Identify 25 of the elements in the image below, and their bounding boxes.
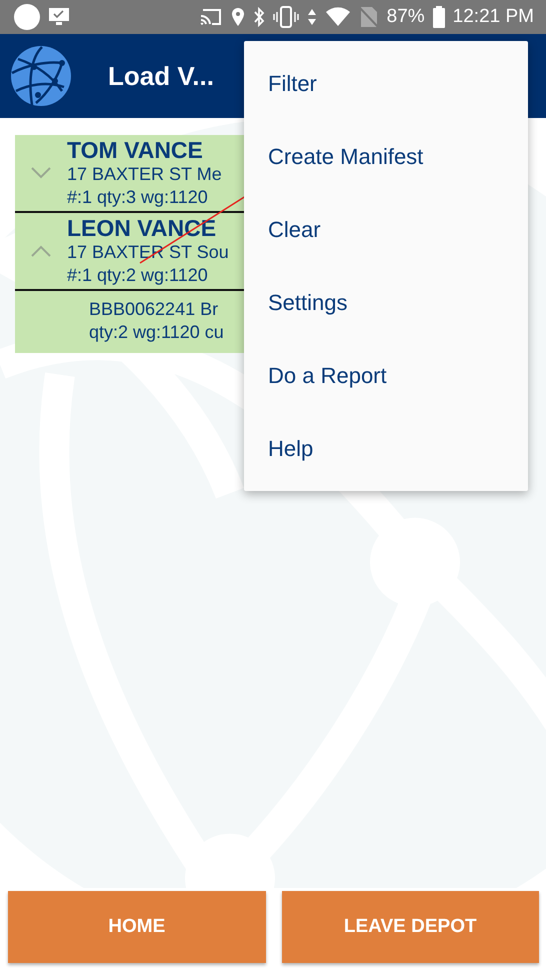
battery-icon xyxy=(432,6,445,28)
menu-item[interactable]: Help xyxy=(244,412,528,485)
menu-item[interactable]: Create Manifest xyxy=(244,120,528,193)
item-code: BBB0062241 Br xyxy=(89,298,220,321)
location-pin-icon xyxy=(230,7,245,27)
data-arrows-icon xyxy=(306,7,317,27)
chevron-down-icon[interactable] xyxy=(31,167,51,179)
bluetooth-icon xyxy=(252,7,265,27)
consignee-name: TOM VANCE xyxy=(67,138,204,162)
battery-percentage: 87% xyxy=(386,6,425,28)
cast-icon xyxy=(198,7,223,27)
screen-title: Load V... xyxy=(108,60,214,92)
monitor-check-icon xyxy=(48,7,70,27)
consignee-summary: #:1 qty:3 wg:1120 xyxy=(67,186,209,208)
consignee-address: 17 BAXTER ST Me xyxy=(67,162,222,186)
globe-logo-icon[interactable] xyxy=(10,45,72,107)
menu-item[interactable]: Filter xyxy=(244,47,528,120)
chevron-up-icon[interactable] xyxy=(31,245,51,257)
item-summary: qty:2 wg:1120 cu xyxy=(89,321,225,344)
wifi-icon xyxy=(324,7,351,27)
clock: 12:21 PM xyxy=(452,6,534,28)
consignee-summary: #:1 qty:2 wg:1120 xyxy=(67,264,209,286)
notification-dot-icon xyxy=(14,4,40,30)
vibrate-icon xyxy=(272,6,299,28)
no-sim-icon xyxy=(358,6,379,28)
